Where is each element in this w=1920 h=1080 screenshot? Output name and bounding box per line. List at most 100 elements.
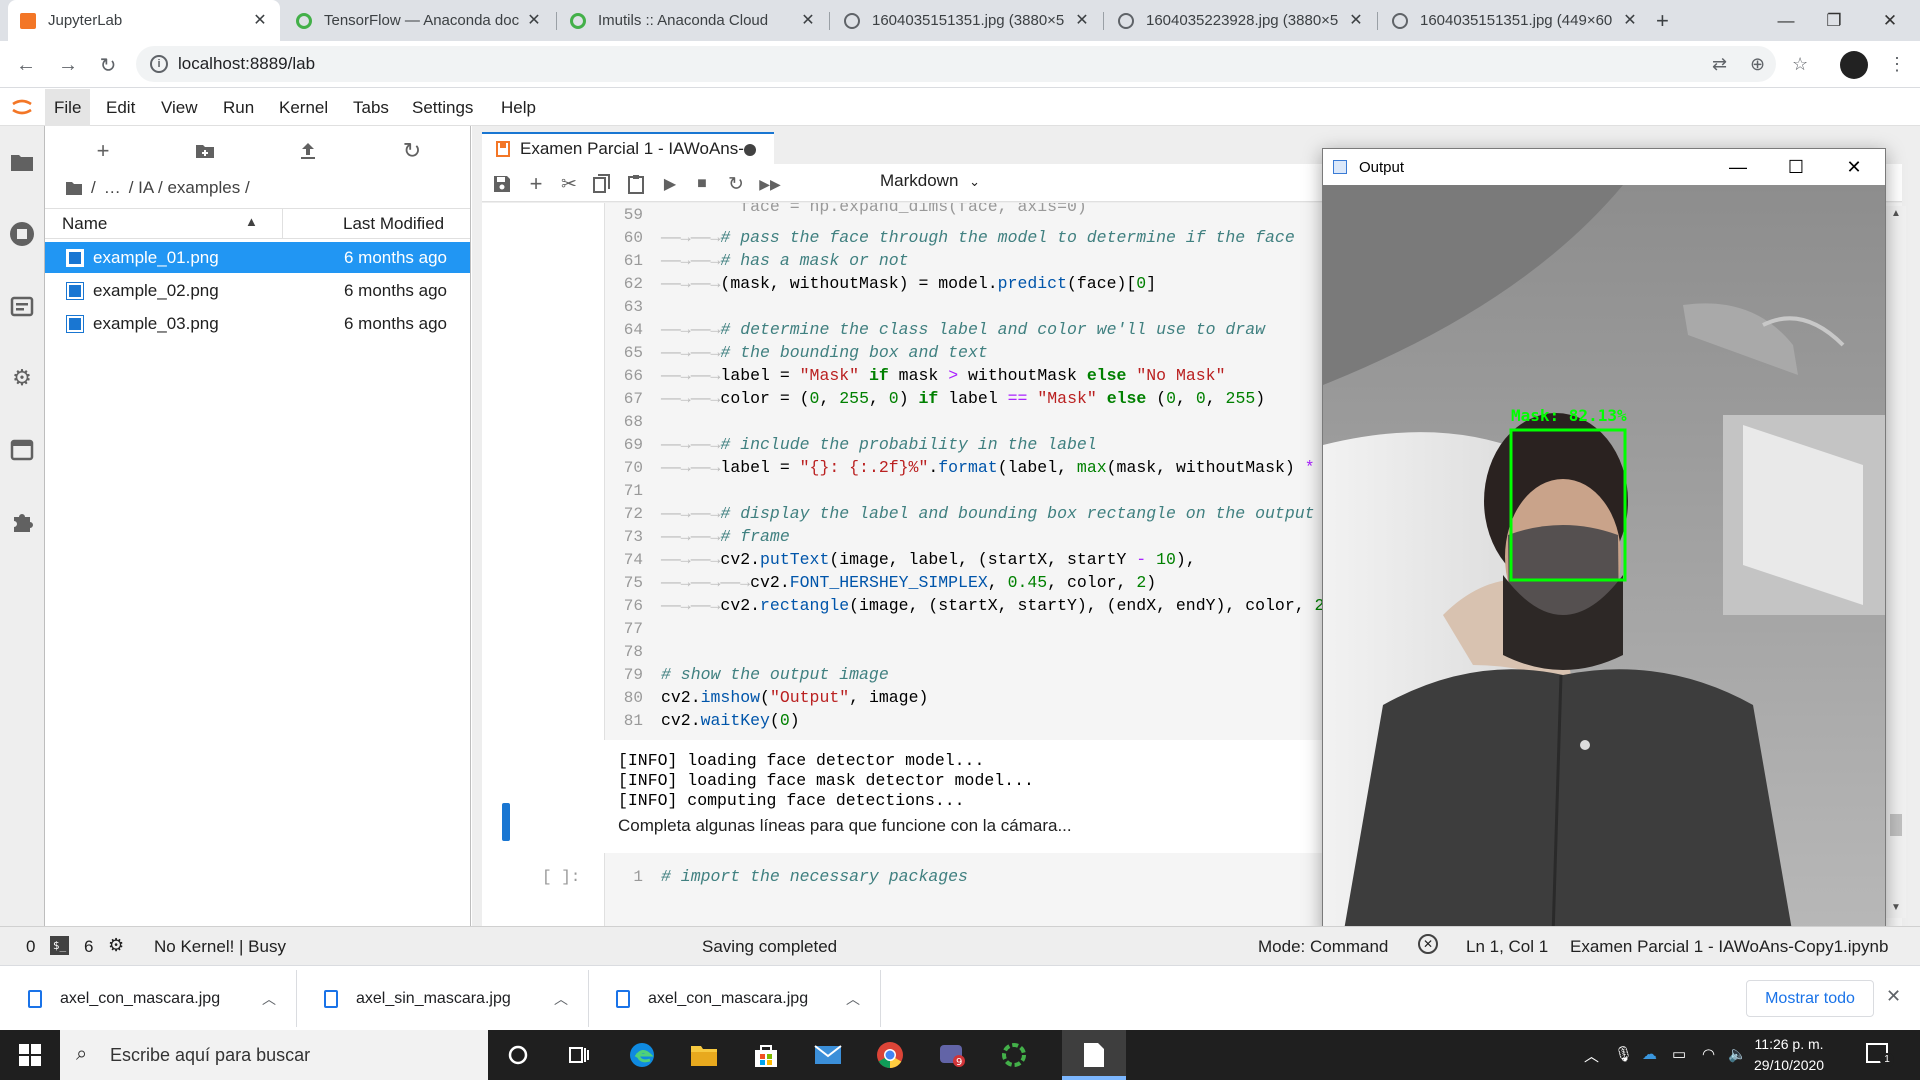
file-row[interactable]: example_01.png 6 months ago xyxy=(45,242,470,273)
sort-ascending-icon[interactable]: ▲ xyxy=(245,214,258,229)
upload-button[interactable] xyxy=(293,138,323,164)
close-icon[interactable]: ✕ xyxy=(250,10,270,30)
run-icon[interactable]: ▶ xyxy=(658,172,682,196)
unsaved-dot-icon[interactable] xyxy=(744,144,756,156)
menu-settings[interactable]: Settings xyxy=(403,89,482,126)
menu-kernel[interactable]: Kernel xyxy=(270,89,337,126)
volume-icon[interactable]: 🔈 xyxy=(1728,1045,1747,1063)
show-all-button[interactable]: Mostrar todo xyxy=(1746,980,1874,1017)
mode-status[interactable]: Mode: Command xyxy=(1258,937,1388,957)
file-row[interactable]: example_02.png 6 months ago xyxy=(45,275,470,306)
maximize-button[interactable]: ☐ xyxy=(1767,149,1825,185)
terminal-icon[interactable]: $_ xyxy=(50,936,69,955)
notification-center-icon[interactable]: 1 xyxy=(1866,1043,1894,1067)
column-name[interactable]: Name xyxy=(62,214,107,234)
chrome-icon[interactable] xyxy=(874,1039,906,1071)
edge-icon[interactable] xyxy=(626,1039,658,1071)
browser-tab-jupyterlab[interactable]: JupyterLab ✕ xyxy=(8,0,280,41)
breadcrumb-root[interactable]: / xyxy=(91,178,96,198)
download-item[interactable]: axel_sin_mascara.jpg ︿ xyxy=(296,966,588,1031)
lsp-status-icon[interactable]: ✕ xyxy=(1418,934,1438,954)
output-window[interactable]: Output — ☐ ✕ Mask: 82.13% xyxy=(1322,148,1886,937)
download-item[interactable]: axel_con_mascara.jpg ︿ xyxy=(588,966,880,1031)
scroll-up-icon[interactable]: ▲ xyxy=(1891,208,1901,219)
active-cell-indicator[interactable] xyxy=(502,803,510,841)
browser-tab-image-1[interactable]: 1604035151351.jpg (3880×5 ✕ xyxy=(832,0,1102,41)
breadcrumb-ellipsis[interactable]: … xyxy=(104,178,121,198)
column-last-modified[interactable]: Last Modified xyxy=(343,214,444,234)
browser-tab-image-2[interactable]: 1604035223928.jpg (3880×5 ✕ xyxy=(1106,0,1376,41)
notebook-scrollbar[interactable]: ▲ ▼ xyxy=(1886,206,1906,918)
cell-type-select[interactable]: Markdown ⌄ xyxy=(880,171,980,191)
url-input[interactable]: i localhost:8889/lab xyxy=(136,46,1776,82)
notepad-file-icon[interactable] xyxy=(1078,1039,1110,1071)
gear-icon[interactable]: ⚙ xyxy=(8,364,36,392)
new-folder-button[interactable] xyxy=(190,138,220,164)
commands-icon[interactable] xyxy=(8,292,36,320)
chevron-up-icon[interactable]: ︿ xyxy=(846,989,860,1009)
minimize-button[interactable]: — xyxy=(1709,149,1767,185)
wifi-icon[interactable]: ◠ xyxy=(1702,1045,1715,1063)
menu-view[interactable]: View xyxy=(152,89,207,126)
scrollbar-thumb[interactable] xyxy=(1890,814,1902,836)
save-icon[interactable] xyxy=(490,172,514,196)
close-icon[interactable]: ✕ xyxy=(524,10,544,30)
close-icon[interactable]: ✕ xyxy=(1620,10,1640,30)
store-icon[interactable] xyxy=(750,1039,782,1071)
chevron-up-icon[interactable]: ︿ xyxy=(1584,1045,1599,1066)
task-view-icon[interactable] xyxy=(563,1039,595,1071)
menu-file[interactable]: File xyxy=(45,89,91,126)
stop-icon[interactable]: ■ xyxy=(690,172,714,196)
chevron-up-icon[interactable]: ︿ xyxy=(554,989,568,1009)
translate-icon[interactable]: ⇄ xyxy=(1712,54,1727,75)
cut-icon[interactable]: ✂ xyxy=(557,172,581,196)
restore-button[interactable]: ❐ xyxy=(1804,0,1864,41)
back-button[interactable]: ← xyxy=(10,49,42,81)
breadcrumb-path[interactable]: / IA / examples / xyxy=(129,178,250,198)
chevron-up-icon[interactable]: ︿ xyxy=(262,989,276,1009)
info-icon[interactable]: i xyxy=(150,55,168,73)
close-icon[interactable]: ✕ xyxy=(1072,10,1092,30)
insert-cell-icon[interactable]: + xyxy=(524,171,548,196)
notebook-tab[interactable]: Examen Parcial 1 - IAWoAns- xyxy=(482,132,774,164)
app-badge-icon[interactable]: 9 xyxy=(936,1039,968,1071)
system-clock[interactable]: 11:26 p. m. 29/10/2020 xyxy=(1754,1034,1824,1076)
new-tab-button[interactable]: + xyxy=(1656,8,1669,34)
scroll-down-icon[interactable]: ▼ xyxy=(1891,902,1901,913)
menu-run[interactable]: Run xyxy=(214,89,263,126)
cortana-icon[interactable] xyxy=(502,1039,534,1071)
forward-button[interactable]: → xyxy=(52,49,84,81)
file-explorer-icon[interactable] xyxy=(688,1039,720,1071)
menu-edit[interactable]: Edit xyxy=(97,89,144,126)
status-count-1[interactable]: 0 xyxy=(26,937,35,957)
extension-puzzle-icon[interactable] xyxy=(8,508,36,536)
status-count-2[interactable]: 6 xyxy=(84,937,93,957)
paste-icon[interactable] xyxy=(624,172,648,196)
close-window-button[interactable]: ✕ xyxy=(1825,149,1883,185)
close-shelf-icon[interactable]: ✕ xyxy=(1886,986,1901,1007)
close-icon[interactable]: ✕ xyxy=(798,10,818,30)
close-icon[interactable]: ✕ xyxy=(1346,10,1366,30)
output-window-titlebar[interactable]: Output — ☐ ✕ xyxy=(1323,149,1885,185)
kebab-menu-icon[interactable]: ⋮ xyxy=(1888,54,1906,75)
file-row[interactable]: example_03.png 6 months ago xyxy=(45,308,470,339)
folder-icon[interactable] xyxy=(65,181,83,196)
onedrive-icon[interactable]: ☁ xyxy=(1642,1045,1657,1063)
restart-icon[interactable]: ↻ xyxy=(724,172,748,196)
mail-icon[interactable] xyxy=(812,1039,844,1071)
tabs-icon[interactable] xyxy=(8,436,36,464)
menu-help[interactable]: Help xyxy=(492,89,545,126)
close-window-button[interactable]: ✕ xyxy=(1860,0,1920,41)
copy-icon[interactable] xyxy=(590,172,614,196)
battery-icon[interactable]: ▭ xyxy=(1672,1045,1686,1063)
kernel-status[interactable]: No Kernel! | Busy xyxy=(154,937,286,957)
avatar[interactable] xyxy=(1840,51,1868,79)
gear-icon[interactable]: ⚙ xyxy=(108,935,124,956)
fast-forward-icon[interactable]: ▶▶ xyxy=(758,172,782,196)
running-icon[interactable] xyxy=(8,220,36,248)
microphone-icon[interactable]: 🎙 xyxy=(1614,1045,1633,1063)
reload-button[interactable]: ↻ xyxy=(92,49,124,81)
new-launcher-button[interactable]: + xyxy=(88,138,118,164)
menu-tabs[interactable]: Tabs xyxy=(344,89,398,126)
windows-start-icon[interactable] xyxy=(14,1039,46,1071)
